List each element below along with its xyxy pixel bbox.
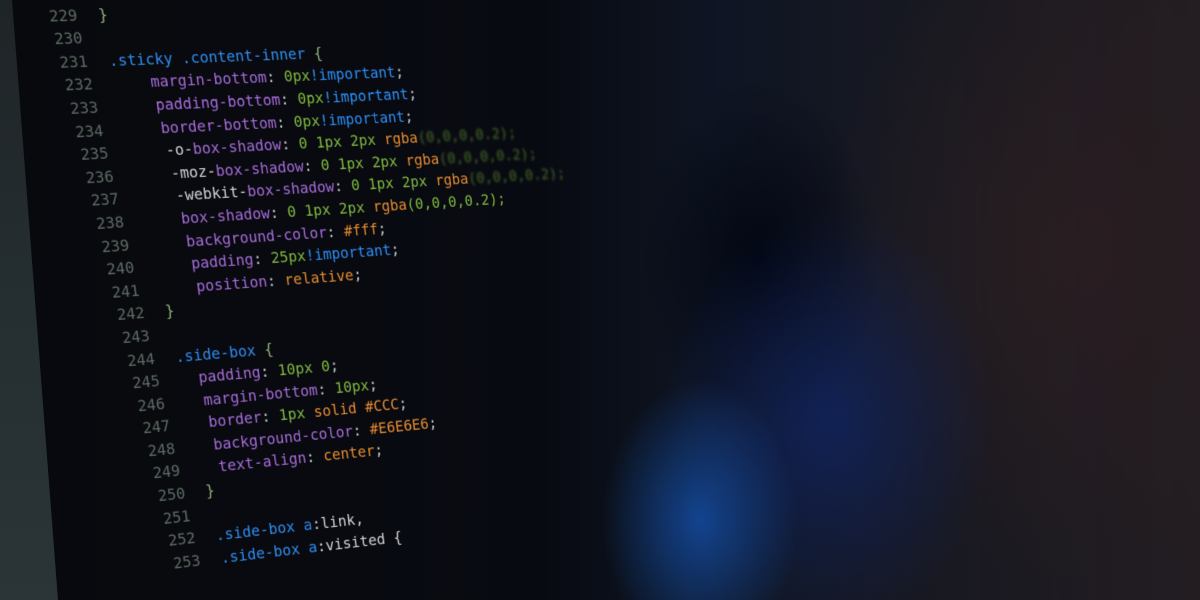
line-number: 231 <box>58 51 89 72</box>
code-token: ; <box>397 394 409 413</box>
code-token: box-shadow <box>179 203 271 228</box>
code-editor: 228 margin-bottom: 50px;229}230231.stick… <box>0 0 606 586</box>
code-token: !important <box>318 107 406 130</box>
code-token: } <box>164 301 176 321</box>
code-token: margin-bottom <box>149 68 268 92</box>
code-token: : <box>252 249 272 269</box>
code-token: ; <box>394 63 405 82</box>
code-token: : <box>260 406 281 427</box>
code-token: #E6E6E6 <box>368 414 430 438</box>
code-token: { <box>304 43 324 63</box>
code-token: : <box>279 89 299 109</box>
code-token: 0px <box>292 111 321 131</box>
code-token: !important <box>304 240 392 265</box>
code-token: ; <box>373 441 385 460</box>
code-token: !important <box>322 85 410 107</box>
code-token: rgba <box>371 195 408 216</box>
code-token: ; <box>376 219 388 238</box>
code-token: : <box>265 270 286 290</box>
code-token: relative <box>283 265 355 289</box>
code-token: 0px <box>282 66 312 86</box>
code-token: : <box>333 176 353 196</box>
code-token: -webkit- <box>174 182 249 205</box>
code-token: padding <box>197 362 262 387</box>
code-token: 0 1px 2px <box>286 197 375 221</box>
code-token: ; <box>328 356 340 375</box>
code-token: box-shadow <box>214 156 305 180</box>
code-text: } <box>164 300 176 323</box>
code-token: : <box>316 378 336 399</box>
code-token: ; <box>367 375 379 394</box>
code-token: ; <box>352 265 363 284</box>
code-token: : <box>280 134 300 154</box>
code-text: } <box>97 3 109 26</box>
code-token: box-shadow <box>191 135 283 159</box>
code-token: 10px <box>333 375 370 397</box>
code-token: box-shadow <box>246 177 336 201</box>
code-token: rgba <box>404 149 440 170</box>
code-token: } <box>204 480 216 501</box>
code-token: padding <box>189 250 255 273</box>
code-token: } <box>97 4 109 24</box>
code-token: 1px <box>277 403 315 425</box>
code-token: ; <box>407 84 418 103</box>
code-token: ; <box>403 106 414 126</box>
line-number: 230 <box>53 28 84 49</box>
code-token: ; <box>389 240 401 259</box>
code-text: } <box>204 479 216 502</box>
code-token: (0,0,0,0.2); <box>437 144 538 168</box>
code-token: #fff <box>342 219 379 240</box>
code-token: padding-bottom <box>154 90 282 115</box>
code-token: (0,0,0,0.2); <box>416 123 517 147</box>
code-token: 0px <box>296 88 325 108</box>
code-token: ; <box>427 413 438 433</box>
code-token: rgba <box>434 170 470 190</box>
code-token: (0,0,0,0.2); <box>467 164 566 188</box>
code-token: !important <box>308 63 397 85</box>
code-token: 10px 0 <box>276 356 331 380</box>
code-token: border <box>207 408 263 432</box>
code-token: position <box>195 271 269 296</box>
code-token: border-bottom <box>159 113 278 137</box>
code-token: (0,0,0,0.2); <box>405 189 507 214</box>
code-token: : <box>259 361 280 381</box>
code-token: -o- <box>164 139 194 160</box>
code-token: : <box>268 202 289 222</box>
code-token: rgba <box>383 128 419 149</box>
line-number: 229 <box>47 5 79 26</box>
code-token: -moz- <box>169 161 217 183</box>
code-token: : <box>351 420 371 440</box>
code-token: center <box>322 442 376 465</box>
code-token: 25px <box>269 246 307 268</box>
code-token: : <box>265 67 286 87</box>
code-token: { <box>254 339 275 359</box>
code-token: 0 1px 2px <box>297 130 386 153</box>
code-token: 0 1px 2px <box>350 171 437 195</box>
code-token: 0 1px 2px <box>319 151 407 174</box>
